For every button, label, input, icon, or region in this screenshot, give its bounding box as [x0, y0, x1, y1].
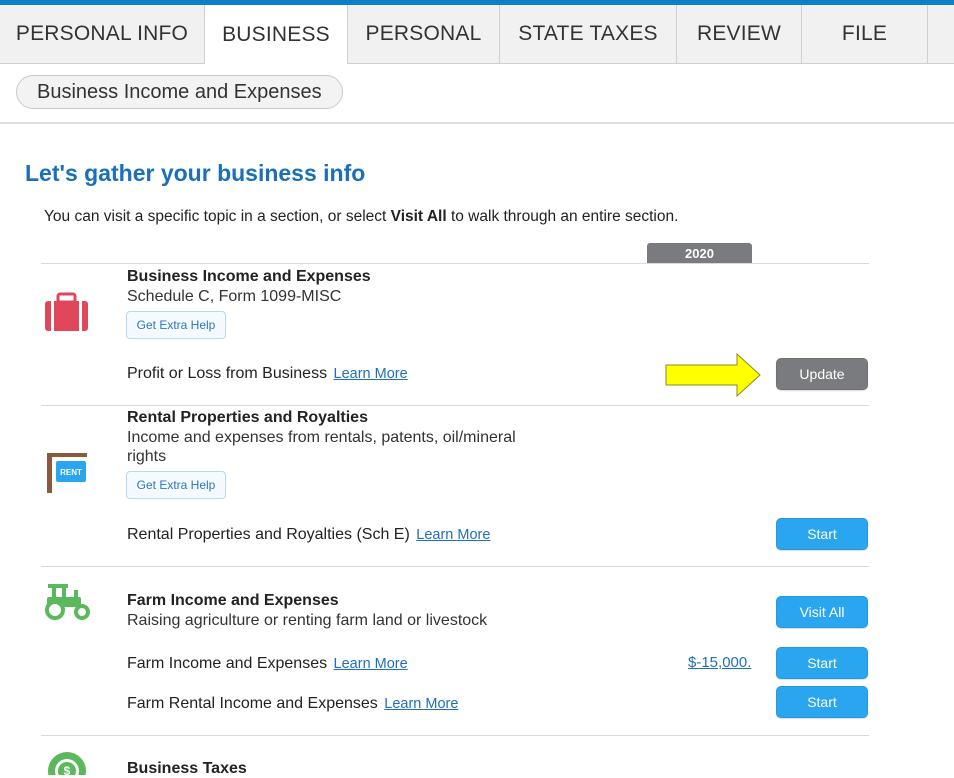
learn-more-link[interactable]: Learn More [416, 527, 490, 543]
tab-state-taxes[interactable]: STATE TAXES [500, 5, 677, 63]
section-subtitle-business: Schedule C, Form 1099-MISC [127, 288, 342, 305]
section-title-business: Business Income and Expenses [127, 268, 371, 285]
divider [41, 405, 869, 406]
tab-file[interactable]: FILE [802, 5, 928, 63]
learn-more-link[interactable]: Learn More [384, 696, 458, 712]
update-button[interactable]: Update [776, 358, 868, 390]
learn-more-link[interactable]: Learn More [334, 366, 408, 382]
briefcase-icon [45, 292, 88, 331]
learn-more-link[interactable]: Learn More [334, 656, 408, 672]
visit-all-button[interactable]: Visit All [776, 596, 868, 628]
section-subtitle-rental: Income and expenses from rentals, patent… [127, 429, 516, 465]
tab-business[interactable]: BUSINESS [205, 5, 348, 65]
breadcrumb-bar: Business Income and Expenses [0, 64, 954, 124]
section-title-farm: Farm Income and Expenses [127, 592, 339, 609]
get-extra-help-button[interactable]: Get Extra Help [126, 471, 226, 499]
section-subtitle-farm: Raising agriculture or renting farm land… [127, 612, 488, 629]
divider [41, 566, 869, 567]
tab-personal-info[interactable]: PERSONAL INFO [0, 5, 205, 63]
section-title-rental: Rental Properties and Royalties [127, 409, 368, 426]
main-tab-bar: PERSONAL INFO BUSINESS PERSONAL STATE TA… [0, 5, 954, 65]
row-profit-loss-business: Profit or Loss from Business Learn More [127, 365, 408, 382]
row-rental-properties: Rental Properties and Royalties (Sch E) … [127, 526, 491, 543]
svg-text:$: $ [64, 764, 71, 775]
farm-income-amount-link[interactable]: $-15,000. [688, 654, 751, 671]
breadcrumb[interactable]: Business Income and Expenses [16, 75, 343, 109]
start-button[interactable]: Start [776, 686, 868, 718]
divider [41, 735, 869, 736]
tab-personal[interactable]: PERSONAL [348, 5, 500, 63]
page-title: Let's gather your business info [25, 160, 366, 186]
tractor-icon [45, 584, 90, 620]
row-farm-rental: Farm Rental Income and Expenses Learn Mo… [127, 695, 459, 712]
row-farm-income: Farm Income and Expenses Learn More [127, 655, 408, 672]
rent-sign-icon: RENT [47, 453, 87, 493]
arrow-right-icon [665, 352, 761, 398]
divider [41, 263, 869, 264]
year-column-header: 2020 [647, 243, 752, 263]
dollar-circle-icon: $ [48, 752, 86, 775]
start-button[interactable]: Start [776, 647, 868, 679]
tab-review[interactable]: REVIEW [677, 5, 802, 63]
start-button[interactable]: Start [776, 518, 868, 550]
get-extra-help-button[interactable]: Get Extra Help [126, 311, 226, 339]
intro-text: You can visit a specific topic in a sect… [44, 208, 679, 225]
svg-text:RENT: RENT [60, 468, 82, 477]
section-title-business-taxes: Business Taxes [127, 760, 247, 777]
